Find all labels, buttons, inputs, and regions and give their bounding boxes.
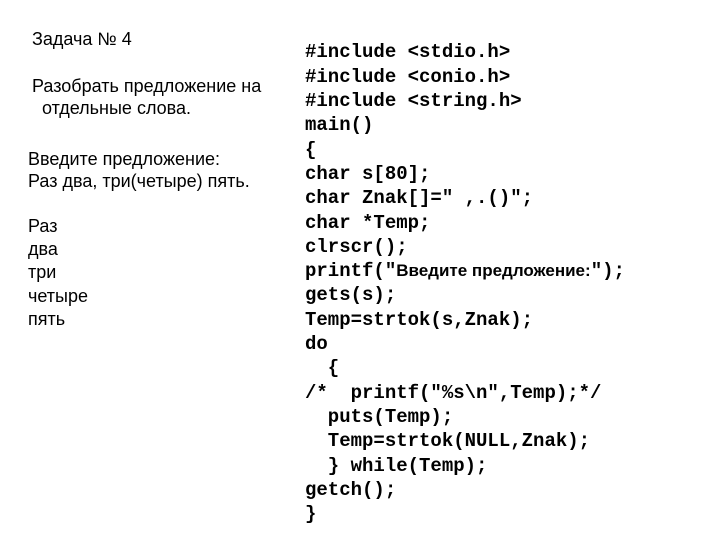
code-line: #include <stdio.h> [305, 41, 510, 63]
code-line: Temp=strtok(NULL,Znak); [305, 430, 590, 452]
task-title: Задача № 4 [32, 28, 293, 51]
code-line-printf: printf("Введите предложение:"); [305, 260, 625, 282]
printf-prompt-text: Введите предложение: [396, 261, 590, 280]
code-line: char Znak[]=" ,.()"; [305, 187, 533, 209]
io-prompt: Введите предложение: [28, 148, 293, 171]
code-line: char s[80]; [305, 163, 430, 185]
problem-line-2: отдельные слова. [32, 97, 293, 120]
word-3: три [28, 261, 293, 284]
code-line: } [305, 503, 316, 525]
problem-line-1: Разобрать предложение на [32, 75, 293, 98]
word-2: два [28, 238, 293, 261]
printf-close: "); [591, 260, 625, 282]
code-line: main() [305, 114, 373, 136]
code-line: gets(s); [305, 284, 396, 306]
code-line: char *Temp; [305, 212, 430, 234]
word-1: Раз [28, 215, 293, 238]
code-line: getch(); [305, 479, 396, 501]
word-5: пять [28, 308, 293, 331]
code-line: /* printf("%s\n",Temp);*/ [305, 382, 601, 404]
io-input: Раз два, три(четыре) пять. [28, 170, 293, 193]
sample-io: Введите предложение: Раз два, три(четыре… [28, 148, 293, 193]
code-line: clrscr(); [305, 236, 408, 258]
code-line: #include <conio.h> [305, 66, 510, 88]
output-words: Раз два три четыре пять [28, 215, 293, 332]
page: Задача № 4 Разобрать предложение на отде… [0, 0, 720, 540]
code-line: { [305, 139, 316, 161]
code-line: Temp=strtok(s,Znak); [305, 309, 533, 331]
code-line: } while(Temp); [305, 455, 487, 477]
code-block: #include <stdio.h> #include <conio.h> #i… [305, 16, 710, 530]
code-line: do [305, 333, 328, 355]
word-4: четыре [28, 285, 293, 308]
problem-statement: Разобрать предложение на отдельные слова… [32, 75, 293, 120]
code-line: #include <string.h> [305, 90, 522, 112]
code-line: { [305, 357, 339, 379]
printf-open: printf(" [305, 260, 396, 282]
code-line: puts(Temp); [305, 406, 453, 428]
left-column: Задача № 4 Разобрать предложение на отде… [10, 16, 305, 530]
